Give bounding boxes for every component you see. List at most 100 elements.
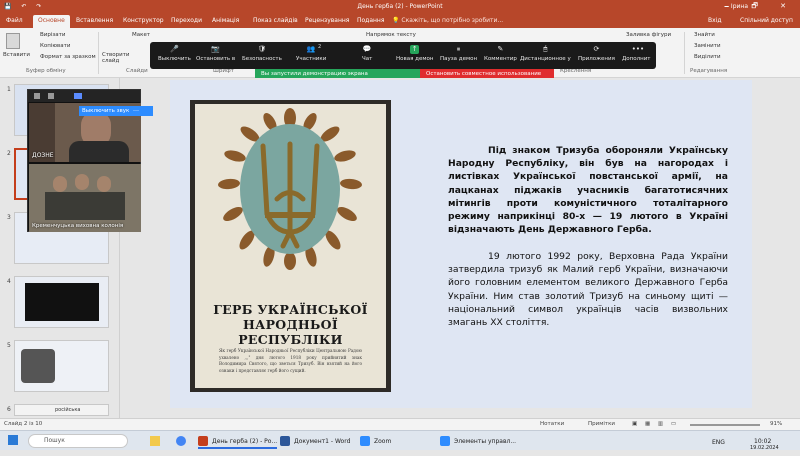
zoom-button-label: Новая демон [396,56,434,62]
new-slide-button[interactable]: Створити слайд [102,52,130,64]
window-controls[interactable]: 🗕 🗗 ✕ [724,2,796,13]
zoom-button-5[interactable]: ↑ Новая демон [396,45,433,62]
zoom-button-3[interactable]: 👥 Участники [296,45,326,62]
zoom-button-icon: ✎ [497,45,504,53]
zoom-button-label: Безопасность [242,56,282,62]
slide-number: 4 [7,278,11,285]
tab-review[interactable]: Рецензування [305,17,349,24]
slide-paragraph-2[interactable]: 19 лютого 1992 року, Верховна Рада Украї… [448,250,728,329]
find-button[interactable]: Знайти [694,32,715,38]
tab-home[interactable]: Основне [33,15,70,28]
layout-button[interactable]: Макет [132,32,150,38]
poster-title: ГЕРБ УКРАЇНСЬКОЇ НАРОДНЬОЇ РЕСПУБЛІКИ [213,302,368,347]
share-button[interactable]: Спільний доступ [740,17,793,24]
title-bar: 💾 ↶ ↷ День герба (2) - PowerPoint Ірина … [0,0,800,14]
participant-video-2 [29,164,141,232]
replace-button[interactable]: Замінити [694,43,721,49]
slide-thumbnail-4[interactable] [14,276,109,328]
slide-thumbnail-6[interactable]: російська [14,404,109,416]
slide-number: 2 [7,150,11,157]
shape-fill-button[interactable]: Заливка фігури [626,32,671,38]
file-explorer-icon[interactable] [150,436,160,446]
ribbon-tabs: Файл Основне Вставлення Конструктор Пере… [0,14,800,28]
tell-me-search[interactable]: 💡 Скажіть, що потрібно зробити... [392,17,512,24]
zoom-button-icon: 👥 [306,45,316,53]
zoom-button-10[interactable]: ••• Дополнит [622,45,651,62]
zoom-button-2[interactable]: 🛡 Безопасность [242,45,282,62]
system-date[interactable]: 19.02.2024 [736,441,779,456]
zoom-button-label: Остановить в [196,56,236,62]
zoom-button-6[interactable]: ⏸ Пауза демон [440,45,477,62]
view-buttons[interactable]: ▣ ▦ ▥ ▭ [632,421,679,427]
app-label: День герба (2) - Ро... [212,438,278,445]
browser-icon[interactable] [176,436,186,446]
tab-view[interactable]: Подання [357,17,384,24]
participant-2-name: Кременчуцька виховна колонія [32,223,124,229]
clipboard-group-label: Буфер обміну [26,68,66,74]
zoom-button-8[interactable]: 🖱 Дистанционное у [520,45,571,62]
app-label: Документ1 - Word [294,438,351,445]
zoom-button-icon: ↑ [410,45,420,54]
select-button[interactable]: Виділити [694,54,721,60]
zoom-button-icon: 🖱 [543,45,548,53]
paste-icon[interactable] [6,33,20,49]
copy-button[interactable]: Копіювати [40,43,70,49]
person-body [69,141,129,162]
notes-button[interactable]: Нотатки [540,421,564,427]
tab-file[interactable]: Файл [6,17,23,24]
start-icon[interactable] [8,435,18,445]
zoom-button-label: Дистанционное у [520,56,571,62]
more-icon[interactable]: … [131,106,141,116]
app-label: Элементы управл... [454,438,517,445]
slide-number: 5 [7,342,11,349]
zoom-slider[interactable] [690,424,760,426]
zoom-video-window[interactable]: Выключить звук … ДОЗНЕ Кременчуцька вихо… [27,89,153,232]
tab-insert[interactable]: Вставлення [76,17,113,24]
zoom-button-label: Участники [296,56,327,62]
tab-slideshow[interactable]: Показ слайдів [253,17,298,24]
poster-image: ГЕРБ УКРАЇНСЬКОЇ НАРОДНЬОЇ РЕСПУБЛІКИ Як… [190,100,391,392]
zoom-button-7[interactable]: ✎ Комментир [484,45,517,62]
taskbar-search[interactable] [28,434,128,448]
gallery-view-icon[interactable] [74,93,82,99]
tab-transitions[interactable]: Переходи [171,17,202,24]
taskbar-app-1[interactable]: Документ1 - Word [280,434,350,449]
slide-number: 3 [7,214,11,221]
window-title: День герба (2) - PowerPoint [357,3,443,10]
zoom-button-1[interactable]: 📷 Остановить в [196,45,235,62]
taskbar: Пошук 10:02 19.02.2024 ENG День герба (2… [0,430,800,451]
zoom-toolbar: 🎤 Выключить 📷 Остановить в 🛡 Безопасность 👥 Уча… [150,42,656,69]
app-icon [280,436,290,446]
zoom-button-0[interactable]: 🎤 Выключить [158,45,191,62]
slide-paragraph-1[interactable]: Під знаком Тризуба обороняли Українську … [448,144,728,236]
zoom-button-label: Дополнит [622,56,651,62]
tab-animations[interactable]: Анімація [212,17,239,24]
format-painter-button[interactable]: Формат за зразком [40,54,96,60]
paste-button[interactable]: Вставити [3,52,30,58]
poster-caption: Як герб Української Народньої Республіки… [219,348,362,373]
taskbar-app-2[interactable]: Zoom [360,434,391,449]
slide-thumbnail-5[interactable] [14,340,109,392]
taskbar-app-0[interactable]: День герба (2) - Ро... [198,434,278,449]
tab-design[interactable]: Конструктор [123,17,164,24]
taskbar-app-3[interactable]: Элементы управл... [440,434,516,449]
signin-link[interactable]: Вхід [708,17,721,24]
input-language[interactable]: ENG [712,435,725,450]
zoom-button-4[interactable]: 💬 Чат [362,45,372,62]
zoom-button-label: Выключить [158,56,191,62]
cut-button[interactable]: Вирізати [40,32,65,38]
zoom-level[interactable]: 91% [770,421,782,427]
slide-counter: Слайд 2 із 10 [4,421,43,427]
minimize-icon[interactable] [34,93,40,99]
slide-number: 1 [7,86,11,93]
mute-participant-button[interactable]: Выключить звук [79,106,153,116]
status-bar: Слайд 2 із 10 Нотатки Примітки ▣ ▦ ▥ ▭ 9… [0,418,800,430]
zoom-button-9[interactable]: ⟳ Приложения [578,45,615,62]
view-icon[interactable] [48,93,54,99]
video-window-header[interactable] [28,90,140,102]
taskbar-search-label: Пошук [44,437,65,444]
comments-button[interactable]: Примітки [588,421,615,427]
text-direction-button[interactable]: Напрямок тексту [366,32,416,38]
zoom-button-icon: 🛡 [257,45,267,53]
app-icon [360,436,370,446]
